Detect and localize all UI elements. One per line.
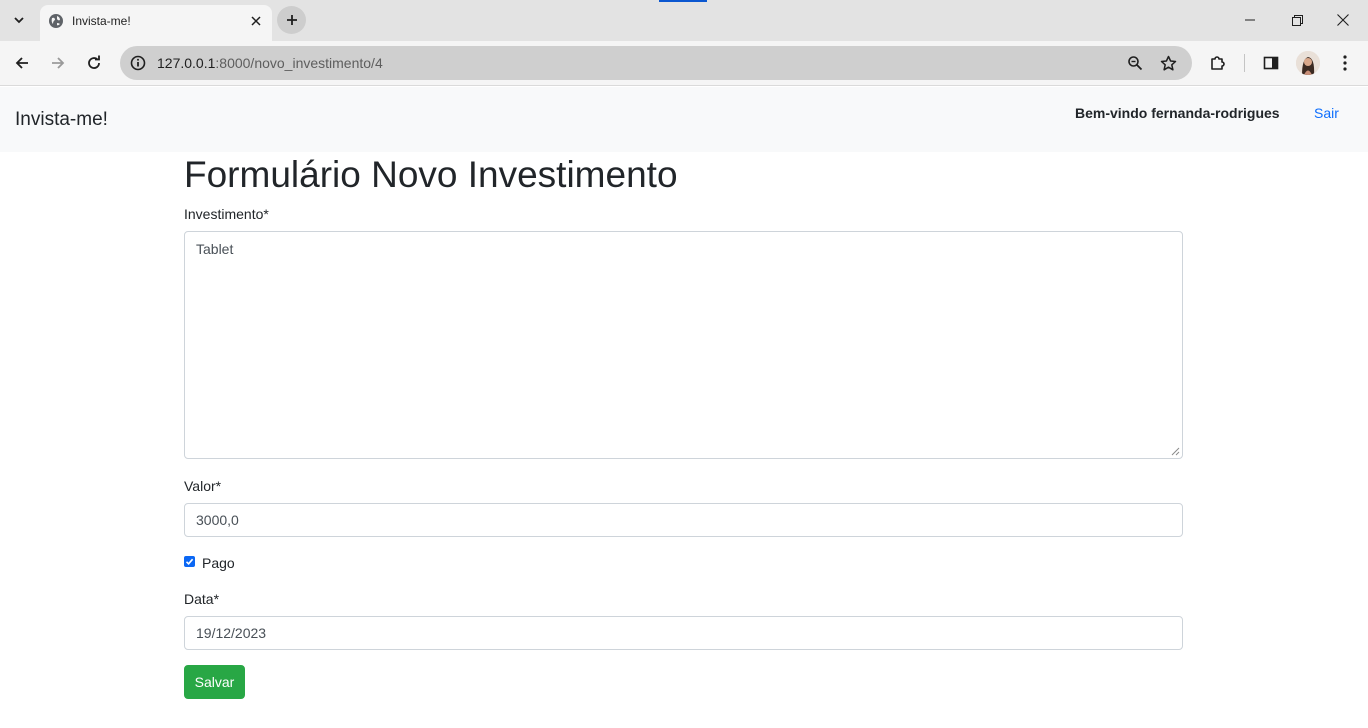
avatar-icon [1296, 51, 1320, 75]
welcome-text: Bem-vindo fernanda-rodrigues [1075, 105, 1280, 121]
reload-icon [88, 55, 100, 69]
chevron-down-icon [14, 17, 24, 24]
bookmark-button[interactable] [1158, 53, 1178, 73]
profile-avatar[interactable] [1296, 51, 1320, 75]
site-info-button[interactable] [128, 53, 148, 73]
data-label: Data* [184, 591, 220, 607]
checkmark-icon [185, 558, 194, 565]
close-icon [251, 16, 261, 26]
side-panel-icon [1263, 56, 1279, 70]
back-button[interactable] [8, 49, 36, 77]
browser-tab[interactable]: Invista-me! [40, 5, 272, 41]
pago-checkbox[interactable] [184, 556, 195, 567]
site-navbar: Invista-me! Bem-vindo fernanda-rodrigues… [0, 87, 1368, 152]
puzzle-icon [1211, 56, 1225, 70]
valor-label: Valor* [184, 478, 222, 494]
tab-close-button[interactable] [246, 11, 266, 31]
page-title: Formulário Novo Investimento [184, 154, 678, 195]
extensions-button[interactable] [1205, 50, 1231, 76]
browser-toolbar: 127.0.0.1:8000/novo_investimento/4 [0, 41, 1368, 86]
url-path: :8000/novo_investimento/4 [215, 55, 383, 71]
tab-title: Invista-me! [72, 14, 131, 28]
arrow-right-icon [52, 57, 65, 69]
zoom-icon [1128, 56, 1143, 71]
plus-icon [286, 15, 297, 25]
minimize-icon [1245, 19, 1255, 21]
globe-icon [49, 14, 63, 28]
save-button[interactable]: Salvar [184, 665, 245, 699]
close-icon [1337, 14, 1349, 26]
info-icon [130, 55, 146, 71]
resize-grip-icon[interactable] [1170, 446, 1180, 456]
tab-search-button[interactable] [6, 8, 32, 32]
new-tab-button[interactable] [277, 6, 306, 34]
browser-menu-button[interactable] [1332, 50, 1358, 76]
logout-link[interactable]: Sair [1314, 105, 1339, 121]
arrow-left-icon [15, 57, 28, 69]
url-host: 127.0.0.1 [157, 55, 216, 71]
more-vert-icon [1343, 55, 1347, 71]
tabstrip-accent [659, 0, 707, 2]
investimento-textarea[interactable]: Tablet [184, 231, 1183, 459]
restore-button[interactable] [1280, 6, 1314, 34]
toolbar-separator [1244, 54, 1245, 72]
side-panel-button[interactable] [1258, 50, 1284, 76]
close-window-button[interactable] [1326, 6, 1360, 34]
forward-button[interactable] [44, 49, 72, 77]
url-text[interactable]: 127.0.0.1:8000/novo_investimento/4 [157, 55, 383, 71]
restore-icon [1291, 14, 1303, 26]
browser-tabstrip: Invista-me! [0, 0, 1368, 41]
address-bar[interactable]: 127.0.0.1:8000/novo_investimento/4 [120, 46, 1192, 80]
zoom-button[interactable] [1125, 53, 1145, 73]
reload-button[interactable] [80, 49, 108, 77]
data-input[interactable] [184, 616, 1183, 650]
navbar-brand[interactable]: Invista-me! [15, 109, 108, 131]
star-icon [1160, 55, 1176, 71]
pago-label[interactable]: Pago [202, 555, 235, 571]
valor-input[interactable] [184, 503, 1183, 537]
investimento-label: Investimento* [184, 206, 269, 222]
minimize-button[interactable] [1233, 6, 1267, 34]
